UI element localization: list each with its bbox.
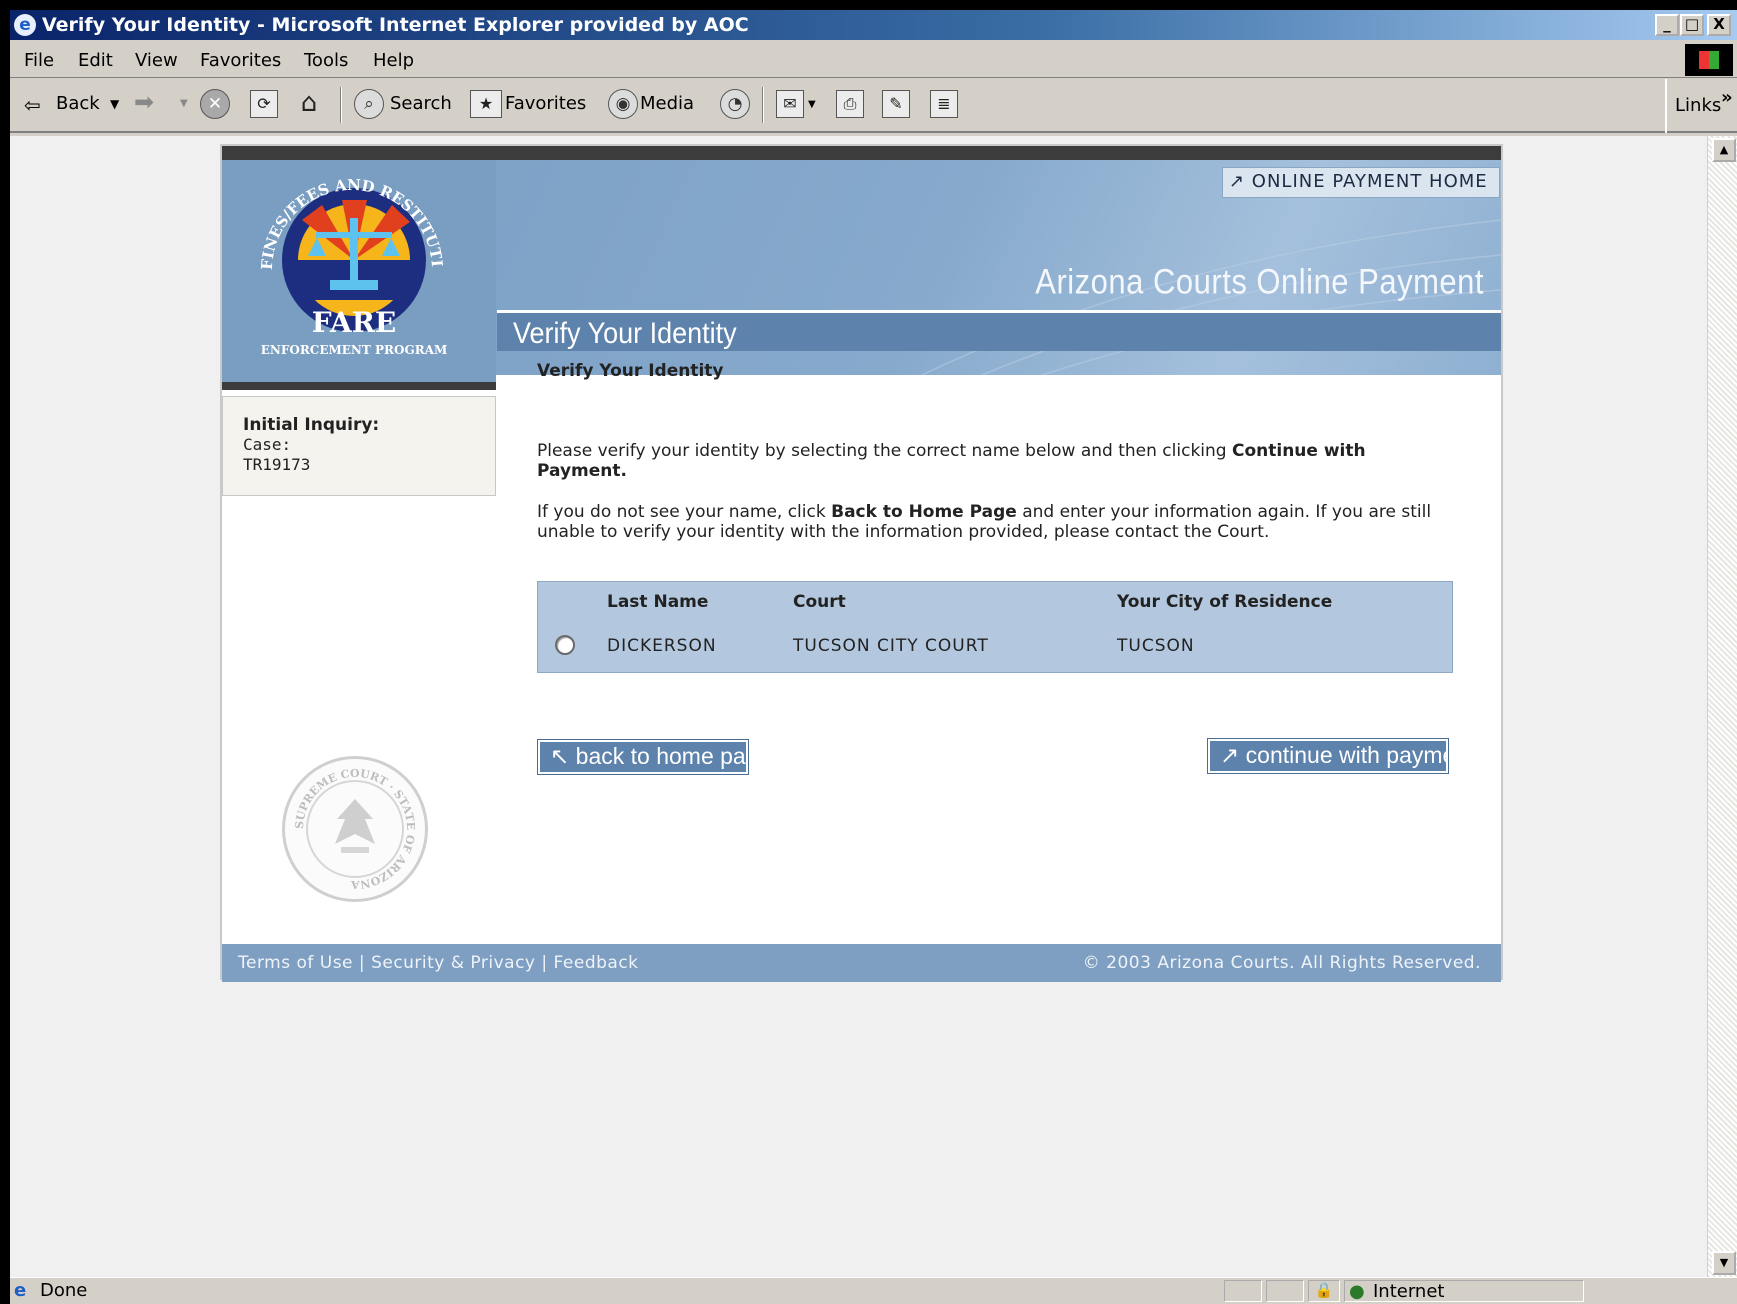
stop-icon[interactable]: ✕ — [200, 89, 230, 119]
terms-of-use-link[interactable]: Terms of Use — [238, 953, 353, 973]
row-last-name: DICKERSON — [607, 636, 717, 656]
menu-view[interactable]: View — [135, 50, 178, 71]
identity-table: Last Name Court Your City of Residence D… — [537, 581, 1453, 673]
content-subheading: Verify Your Identity — [537, 361, 724, 381]
inquiry-panel: Initial Inquiry: Case: TR19173 — [222, 396, 496, 496]
logo-name: FARE — [312, 306, 397, 339]
close-button[interactable]: X — [1707, 14, 1731, 36]
seal-graphic: SUPREME COURT · STATE OF ARIZONA — [293, 767, 417, 891]
back-to-home-button[interactable]: ↖ back to home page — [537, 739, 771, 775]
forward-arrow-icon[interactable]: ➡ — [134, 88, 154, 116]
column-header-last-name: Last Name — [607, 592, 709, 612]
back-arrow-icon[interactable]: ⇦ — [24, 93, 41, 117]
links-bar[interactable]: Links » — [1665, 79, 1737, 133]
favorites-button[interactable]: Favorites — [505, 93, 586, 114]
top-strip — [222, 146, 1501, 160]
edit-icon[interactable]: ✎ — [882, 90, 910, 118]
status-cell — [1224, 1280, 1262, 1302]
home-icon[interactable]: ⌂ — [295, 90, 323, 118]
menu-help[interactable]: Help — [373, 50, 414, 71]
lock-icon: 🔒 — [1308, 1280, 1340, 1302]
links-label[interactable]: Links — [1675, 95, 1721, 116]
case-number: TR19173 — [243, 455, 311, 474]
scroll-down-button[interactable]: ▼ — [1712, 1251, 1736, 1275]
back-dropdown-icon[interactable]: ▼ — [110, 97, 119, 111]
copyright-text: © 2003 Arizona Courts. All Rights Reserv… — [1082, 953, 1481, 973]
title-bar[interactable]: e Verify Your Identity - Microsoft Inter… — [10, 10, 1737, 40]
menu-bar: File Edit View Favorites Tools Help — [10, 42, 1737, 78]
row-city: TUCSON — [1117, 636, 1195, 656]
window-title: Verify Your Identity - Microsoft Interne… — [42, 14, 749, 36]
logo-program: ENFORCEMENT PROGRAM — [261, 343, 448, 357]
identity-radio[interactable] — [555, 635, 575, 655]
mail-icon[interactable]: ✉ — [776, 90, 804, 118]
links-chevron-icon[interactable]: » — [1721, 87, 1733, 108]
browser-window: e Verify Your Identity - Microsoft Inter… — [10, 10, 1737, 1304]
media-button[interactable]: Media — [640, 93, 694, 114]
logo-divider — [222, 382, 496, 390]
online-payment-home-link[interactable]: ↗ ONLINE PAYMENT HOME — [1222, 167, 1500, 198]
instructions-paragraph-1: Please verify your identity by selecting… — [537, 441, 1366, 481]
status-text: Done — [40, 1280, 88, 1301]
zone-text: Internet — [1373, 1281, 1445, 1302]
refresh-icon[interactable]: ⟳ — [250, 90, 278, 118]
feedback-link[interactable]: Feedback — [554, 953, 639, 973]
menu-file[interactable]: File — [24, 50, 54, 71]
column-header-city: Your City of Residence — [1117, 592, 1333, 612]
search-icon[interactable]: ⌕ — [354, 89, 384, 119]
minimize-button[interactable]: _ — [1655, 14, 1679, 36]
footer-links: Terms of Use | Security & Privacy | Feed… — [238, 953, 639, 973]
arizona-supreme-court-seal: SUPREME COURT · STATE OF ARIZONA — [282, 756, 428, 902]
status-cell — [1266, 1280, 1304, 1302]
back-button[interactable]: Back — [56, 93, 100, 114]
menu-edit[interactable]: Edit — [78, 50, 113, 71]
media-icon[interactable]: ◉ — [608, 89, 638, 119]
favorites-icon[interactable]: ★ — [470, 90, 502, 118]
footer-separator: | — [353, 953, 372, 973]
page-footer: Terms of Use | Security & Privacy | Feed… — [222, 944, 1501, 982]
fare-logo-graphic: FINES/FEES AND RESTITUTION FARE ENFORCEM… — [215, 146, 448, 357]
menu-favorites[interactable]: Favorites — [200, 50, 281, 71]
status-bar: e Done 🔒 ● Internet — [10, 1277, 1737, 1304]
toolbar-separator — [340, 87, 342, 123]
instructions-paragraph-2: If you do not see your name, click Back … — [537, 502, 1432, 542]
page-icon: e — [14, 1280, 27, 1301]
toolbar-separator — [762, 87, 764, 123]
zone-cell: ● Internet — [1344, 1280, 1584, 1302]
search-button[interactable]: Search — [390, 93, 452, 114]
browser-viewport: FINES/FEES AND RESTITUTION FARE ENFORCEM… — [10, 136, 1707, 1277]
history-icon[interactable]: ◔ — [720, 89, 750, 119]
ie-icon: e — [14, 14, 36, 36]
menu-tools[interactable]: Tools — [304, 50, 348, 71]
security-privacy-link[interactable]: Security & Privacy — [371, 953, 535, 973]
footer-separator: | — [535, 953, 554, 973]
vertical-scrollbar[interactable]: ▲ ▼ — [1707, 136, 1737, 1277]
toolbar: ⇦ Back ▼ ➡ ▼ ✕ ⟳ ⌂ ⌕ Search ★ Favorites … — [10, 79, 1737, 133]
scroll-up-button[interactable]: ▲ — [1712, 138, 1736, 162]
case-label: Case: — [243, 435, 292, 454]
mail-dropdown-icon[interactable]: ▼ — [808, 99, 816, 110]
print-icon[interactable]: ⎙ — [836, 90, 864, 118]
row-court: TUCSON CITY COURT — [793, 636, 989, 656]
column-header-court: Court — [793, 592, 846, 612]
page-heading: Verify Your Identity — [513, 316, 737, 350]
site-title: Arizona Courts Online Payment — [1035, 261, 1484, 302]
inquiry-title: Initial Inquiry: — [243, 415, 380, 435]
discuss-icon[interactable]: ≣ — [930, 90, 958, 118]
page-container: FINES/FEES AND RESTITUTION FARE ENFORCEM… — [215, 144, 1503, 982]
fare-logo: FINES/FEES AND RESTITUTION FARE ENFORCEM… — [215, 146, 496, 382]
windows-logo-icon — [1685, 44, 1733, 76]
forward-dropdown-icon[interactable]: ▼ — [180, 98, 188, 109]
globe-icon: ● — [1349, 1281, 1365, 1302]
continue-with-payment-button[interactable]: ↗ continue with payment — [1207, 738, 1475, 774]
page-heading-bar: Verify Your Identity — [497, 310, 1501, 351]
restore-button[interactable]: □ — [1680, 14, 1704, 36]
